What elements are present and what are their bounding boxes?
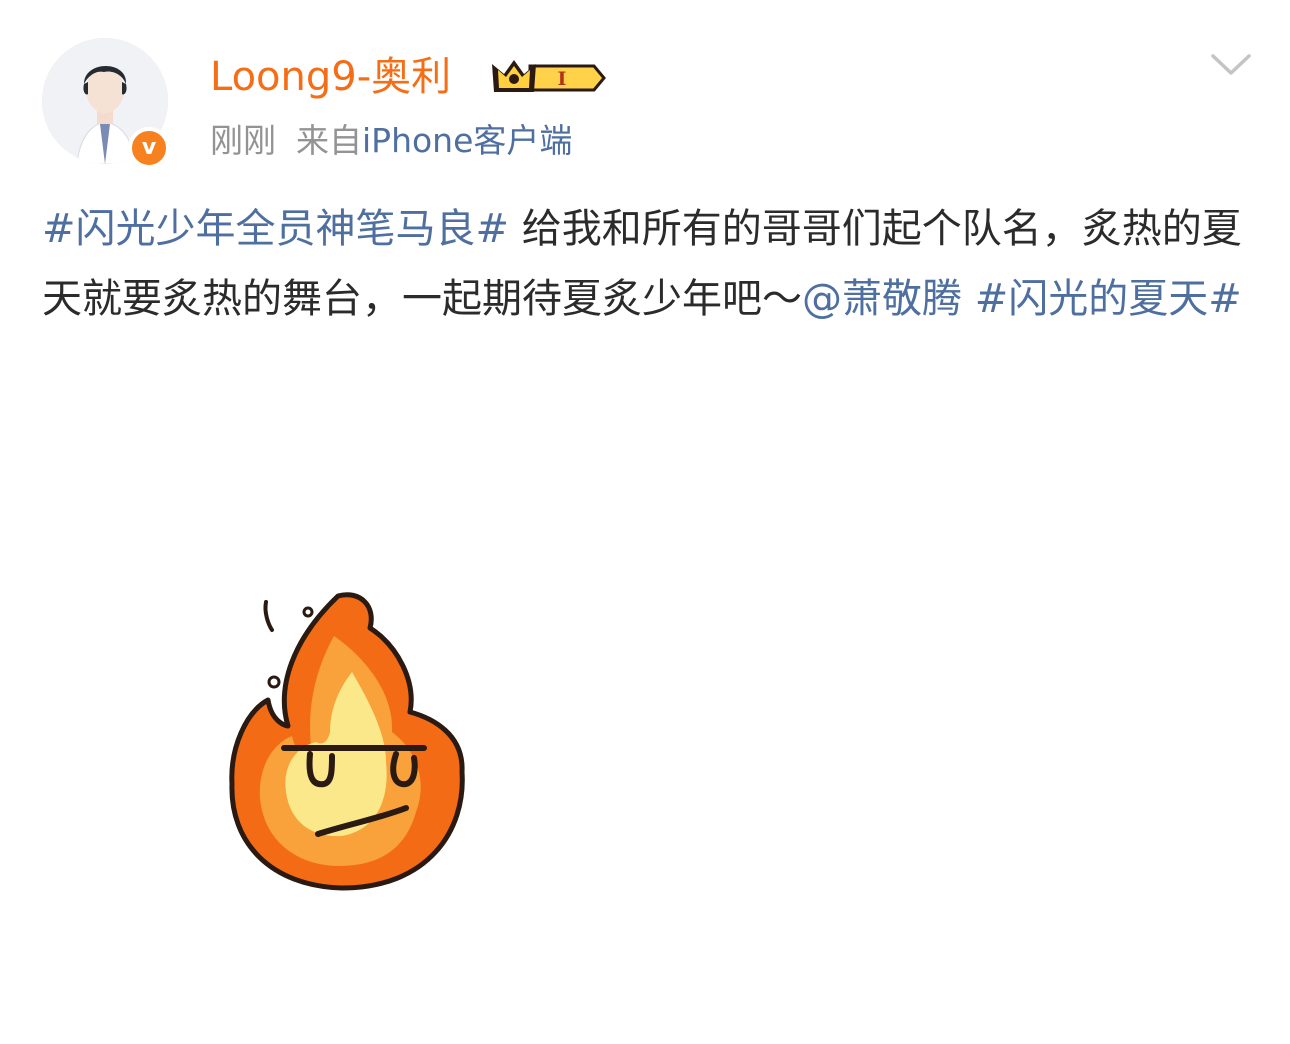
hashtag-link[interactable]: #闪光少年全员神笔马良# — [42, 206, 509, 252]
source-device-link[interactable]: iPhone客户端 — [362, 121, 572, 160]
spark-dot — [302, 606, 314, 618]
vip-level-label: I — [558, 68, 567, 90]
spark-mark — [263, 600, 274, 632]
post-time: 刚刚 — [210, 121, 276, 160]
mention-link[interactable]: @萧敬腾 — [802, 276, 962, 322]
verified-badge: v — [128, 127, 170, 169]
source-prefix: 来自 — [296, 121, 362, 160]
username[interactable]: Loong9-奥利 — [210, 50, 451, 104]
post-content: #闪光少年全员神笔马良# 给我和所有的哥哥们起个队名，炙热的夏天就要炙热的舞台，… — [42, 194, 1242, 334]
chevron-down-icon[interactable] — [1208, 48, 1254, 78]
vip-crown-icon[interactable]: I — [490, 56, 606, 100]
spark-dot-2 — [267, 675, 281, 689]
weibo-post: v Loong9-奥利 I 刚刚 来自iPhone客户端 #闪光少年全员神笔马良#… — [0, 0, 1290, 1044]
post-text-space — [962, 276, 975, 322]
post-meta: 刚刚 来自iPhone客户端 — [210, 118, 572, 164]
fire-sticker[interactable] — [220, 586, 476, 896]
hashtag-link-2[interactable]: #闪光的夏天# — [975, 276, 1242, 322]
